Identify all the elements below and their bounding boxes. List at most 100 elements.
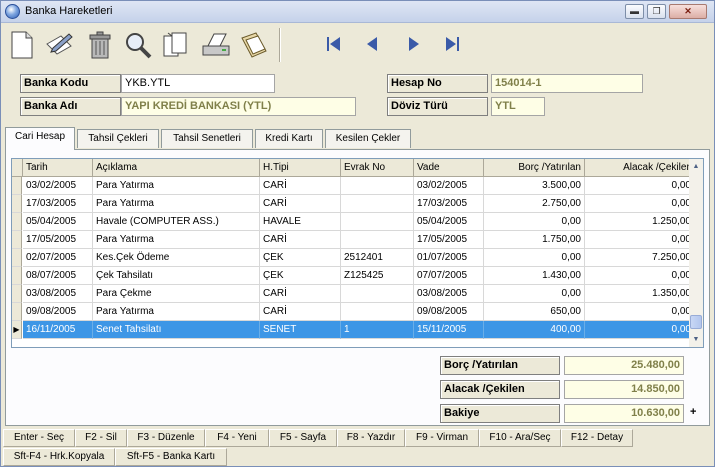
column-header[interactable]: Vade [414, 159, 484, 177]
fkey-f3[interactable]: F3 - Düzenle [127, 429, 205, 447]
row-indicator[interactable] [12, 267, 22, 285]
previous-record-icon[interactable] [363, 34, 383, 54]
table-cell: Para Yatırma [93, 195, 260, 213]
fkey-sft-f5[interactable]: Sft-F5 - Banka Kartı [115, 448, 227, 466]
fkey-f12[interactable]: F12 - Detay [561, 429, 633, 447]
table-cell: CARİ [260, 231, 341, 249]
doviz-turu-label: Döviz Türü [387, 97, 488, 116]
scroll-up-icon[interactable]: ▲ [689, 160, 703, 174]
tab-panel: Tarih Açıklama H.Tipi Evrak No Vade Borç… [5, 149, 710, 426]
edit-pencil-icon[interactable] [43, 27, 77, 63]
table-cell [341, 231, 414, 249]
table-cell: Senet Tahsilatı [93, 321, 260, 339]
column-header[interactable]: Tarih [23, 159, 93, 177]
scroll-down-icon[interactable]: ▼ [689, 333, 703, 347]
scroll-thumb[interactable] [690, 315, 702, 329]
table-cell: 1.430,00 [484, 267, 585, 285]
table-cell: 400,00 [484, 321, 585, 339]
trash-icon[interactable] [83, 27, 117, 63]
table-cell: 2.750,00 [484, 195, 585, 213]
table-cell: Para Yatırma [93, 177, 260, 195]
folder-icon[interactable] [237, 27, 271, 63]
table-row[interactable]: 05/04/2005 Havale (COMPUTER ASS.) HAVALE 05… [12, 213, 693, 231]
last-record-icon[interactable] [442, 34, 462, 54]
fkey-f2[interactable]: F2 - Sil [75, 429, 127, 447]
borc-total-label: Borç /Yatırılan [440, 356, 560, 375]
title-bar: Banka Hareketleri ▬ ❐ ✕ [1, 1, 714, 23]
table-cell: 1.750,00 [484, 231, 585, 249]
hesap-no-label: Hesap No [387, 74, 488, 93]
row-indicator[interactable] [12, 213, 22, 231]
row-indicator[interactable] [12, 195, 22, 213]
window-title: Banka Hareketleri [25, 5, 113, 17]
table-row[interactable]: 17/03/2005 Para Yatırma CARİ 17/03/2005 2.75… [12, 195, 693, 213]
table-row[interactable]: 02/07/2005 Kes.Çek Ödeme ÇEK 2512401 01/07/2… [12, 249, 693, 267]
fkey-f8[interactable]: F8 - Yazdır [337, 429, 405, 447]
table-row[interactable]: 03/08/2005 Para Çekme CARİ 03/08/2005 0,00 1.… [12, 285, 693, 303]
fkey-f9[interactable]: F9 - Virman [405, 429, 479, 447]
table-cell: 09/08/2005 [23, 303, 93, 321]
table-row[interactable]: 17/05/2005 Para Yatırma CARİ 17/05/2005 1.75… [12, 231, 693, 249]
table-cell: 1.250,00 [585, 213, 693, 231]
app-globe-icon [5, 4, 20, 19]
table-cell: 17/05/2005 [23, 231, 93, 249]
table-cell: 02/07/2005 [23, 249, 93, 267]
table-cell: 03/08/2005 [414, 285, 484, 303]
table-cell: 0,00 [585, 231, 693, 249]
restore-button[interactable]: ❐ [647, 4, 666, 19]
current-row-indicator-icon[interactable]: ▶ [12, 321, 22, 339]
table-cell: Para Çekme [93, 285, 260, 303]
table-cell: 09/08/2005 [414, 303, 484, 321]
fkey-f10[interactable]: F10 - Ara/Seç [479, 429, 561, 447]
row-indicator[interactable] [12, 177, 22, 195]
column-header[interactable]: Alacak /Çekilen [585, 159, 693, 177]
row-indicator[interactable] [12, 285, 22, 303]
minimize-button[interactable]: ▬ [625, 4, 644, 19]
next-record-icon[interactable] [403, 34, 423, 54]
toolbar [1, 24, 714, 66]
table-cell: ÇEK [260, 267, 341, 285]
table-row[interactable]: 09/08/2005 Para Yatırma CARİ 09/08/2005 650,… [12, 303, 693, 321]
table-cell: 0,00 [585, 177, 693, 195]
table-cell: 01/07/2005 [414, 249, 484, 267]
table-row[interactable]: ▶ 16/11/2005 Senet Tahsilatı SENET 1 15/11/20… [12, 321, 693, 339]
table-cell: 17/03/2005 [414, 195, 484, 213]
column-header[interactable]: Evrak No [341, 159, 414, 177]
new-document-icon[interactable] [5, 27, 39, 63]
fkey-sft-f4[interactable]: Sft-F4 - Hrk.Kopyala [3, 448, 115, 466]
fkey-f5[interactable]: F5 - Sayfa [269, 429, 337, 447]
fkey-enter[interactable]: Enter - Seç [3, 429, 75, 447]
table-cell: 0,00 [585, 321, 693, 339]
search-icon[interactable] [121, 27, 155, 63]
tab-tahsil-senetleri[interactable]: Tahsil Senetleri [161, 129, 253, 148]
column-header[interactable]: Açıklama [93, 159, 260, 177]
column-header[interactable]: Borç /Yatırılan [484, 159, 585, 177]
table-cell: 0,00 [585, 195, 693, 213]
printer-icon[interactable] [199, 27, 233, 63]
row-indicator[interactable] [12, 231, 22, 249]
table-cell: 0,00 [484, 285, 585, 303]
toolbar-separator [279, 28, 281, 62]
column-header[interactable]: H.Tipi [260, 159, 341, 177]
row-indicator[interactable] [12, 303, 22, 321]
tab-cari-hesap[interactable]: Cari Hesap [5, 127, 75, 150]
table-cell: Kes.Çek Ödeme [93, 249, 260, 267]
bakiye-label: Bakiye [440, 404, 560, 423]
tab-tahsil-cekleri[interactable]: Tahsil Çekleri [77, 129, 159, 148]
row-indicator[interactable] [12, 249, 22, 267]
tab-kredi-karti[interactable]: Kredi Kartı [255, 129, 323, 148]
fkey-f4[interactable]: F4 - Yeni [205, 429, 269, 447]
table-row[interactable]: 08/07/2005 Çek Tahsilatı ÇEK Z125425 07/07/2… [12, 267, 693, 285]
doviz-turu-field: YTL [491, 97, 545, 116]
close-button[interactable]: ✕ [669, 4, 707, 19]
borc-total-value: 25.480,00 [564, 356, 684, 375]
table-cell: 16/11/2005 [23, 321, 93, 339]
banka-kodu-field[interactable]: YKB.YTL [121, 74, 275, 93]
grid-scrollbar[interactable]: ▲ ▼ [689, 158, 704, 348]
tab-kesilen-cekler[interactable]: Kesilen Çekler [325, 129, 411, 148]
first-record-icon[interactable] [324, 34, 344, 54]
table-row[interactable]: 03/02/2005 Para Yatırma CARİ 03/02/2005 3.50… [12, 177, 693, 195]
function-key-bar-2: Sft-F4 - Hrk.Kopyala Sft-F5 - Banka Kart… [3, 448, 713, 467]
table-cell: 05/04/2005 [414, 213, 484, 231]
copy-pages-icon[interactable] [159, 27, 193, 63]
